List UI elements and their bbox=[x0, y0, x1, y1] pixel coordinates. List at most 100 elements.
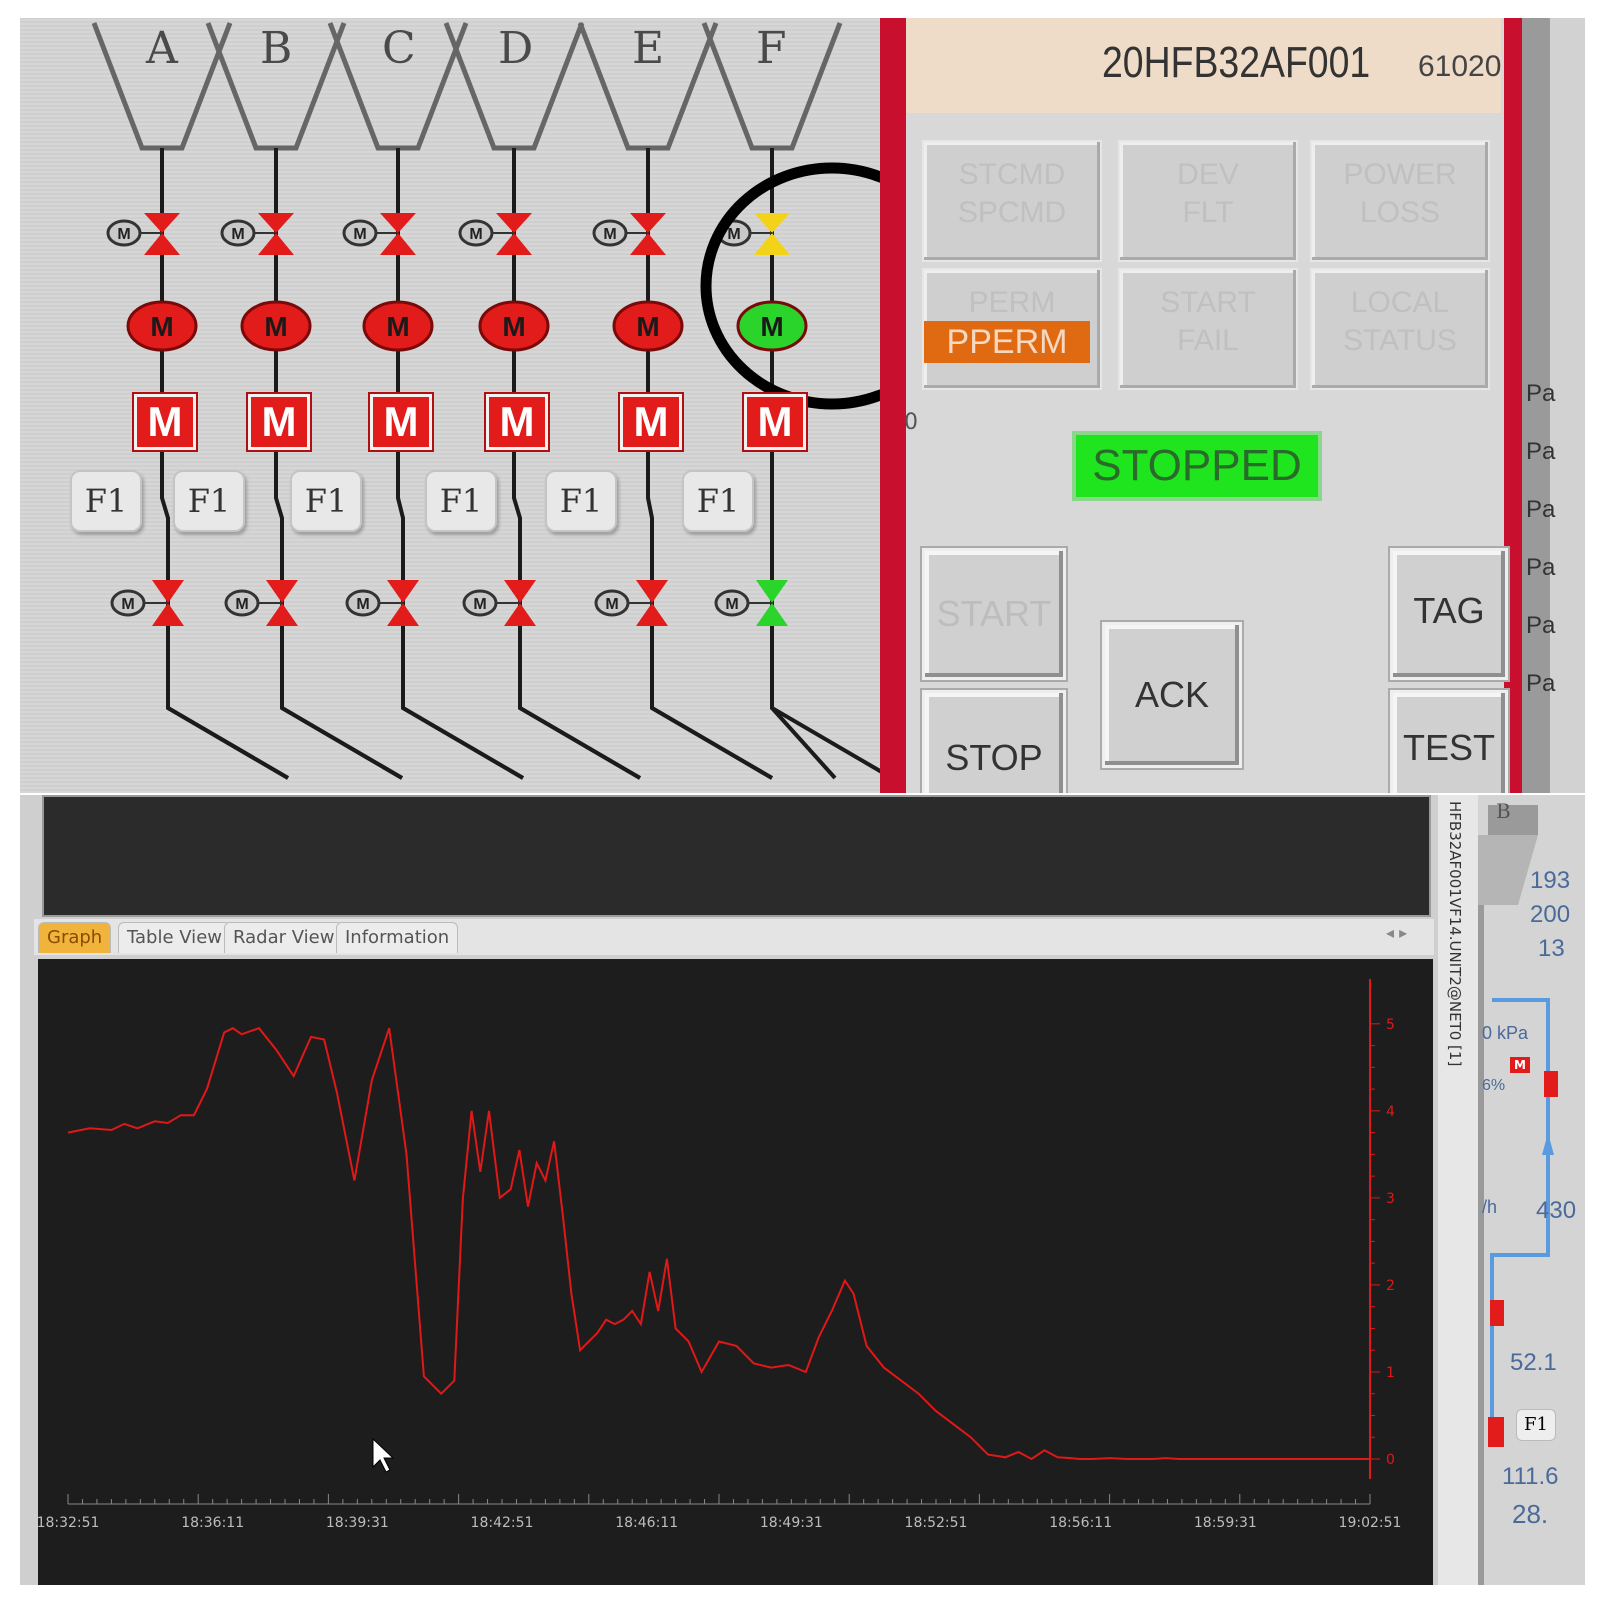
svg-text:M: M bbox=[235, 596, 248, 613]
tab-scroll-arrows-icon[interactable]: ◂ ▸ bbox=[1386, 923, 1407, 942]
side-value: 28. bbox=[1512, 1499, 1549, 1529]
valve-symbols: MMMMMMMMMMMM bbox=[106, 213, 790, 626]
x-tick-label: 18:42:51 bbox=[471, 1515, 534, 1531]
svg-text:M: M bbox=[473, 596, 486, 613]
trend-header-area bbox=[42, 795, 1431, 917]
trend-tab-bar: Graph Table View Radar View Information ◂ ▸ bbox=[34, 919, 1434, 955]
svg-text:M: M bbox=[231, 226, 244, 243]
faceplate-edge-strip: Pa Pa Pa Pa Pa Pa bbox=[1522, 18, 1555, 793]
svg-text:M: M bbox=[727, 226, 740, 243]
trend-chart: 18:32:51 18:36:11 18:39:31 18:42:51 18:46:11… bbox=[37, 959, 1433, 1585]
mouse-cursor-icon bbox=[372, 1437, 395, 1473]
auto-manual-mode-button[interactable]: M bbox=[368, 392, 434, 452]
feeder-f1-button[interactable]: F1 bbox=[682, 470, 754, 532]
lower-valve-actuator-icon: M bbox=[224, 589, 260, 617]
side-mimic-fragment: 193 200 13 0 kPa 6% /h 430 52.1 111.6 28. B M F1 bbox=[1478, 795, 1585, 1585]
x-tick-label: 19:02:51 bbox=[1339, 1515, 1402, 1531]
side-value: 200 bbox=[1530, 901, 1571, 928]
auto-manual-mode-button[interactable]: M bbox=[132, 392, 198, 452]
auto-manual-mode-button[interactable]: M bbox=[742, 392, 808, 452]
lower-valve-actuator-icon: M bbox=[345, 589, 381, 617]
x-tick-label: 18:32:51 bbox=[38, 1515, 99, 1531]
svg-text:M: M bbox=[760, 311, 783, 342]
svg-text:M: M bbox=[150, 311, 173, 342]
svg-text:M: M bbox=[502, 311, 525, 342]
side-feeder-button[interactable]: F1 bbox=[1516, 1409, 1556, 1441]
feeder-motor-icon: M bbox=[362, 300, 434, 352]
tag-button[interactable]: TAG bbox=[1390, 548, 1508, 680]
feeder-motor-icon: M bbox=[736, 300, 808, 352]
y-tick-label: 4 bbox=[1386, 1104, 1395, 1120]
side-value: 52.1 bbox=[1510, 1349, 1557, 1376]
feeder-f1-button[interactable]: F1 bbox=[425, 470, 497, 532]
svg-text:M: M bbox=[603, 226, 616, 243]
faceplate-panel: Pa Pa Pa Pa Pa Pa 20HFB32AF001 61020 STCMD SPC… bbox=[880, 18, 1555, 793]
status-cell-text: POWER bbox=[1343, 158, 1457, 191]
trend-series-line bbox=[67, 1027, 1370, 1461]
status-cell-text: DEV bbox=[1177, 158, 1239, 191]
x-tick-label: 18:56:11 bbox=[1049, 1515, 1112, 1531]
valve-actuator-icon: M bbox=[342, 219, 378, 247]
status-cell-local: LOCAL STATUS bbox=[1310, 268, 1490, 390]
ack-button[interactable]: ACK bbox=[1102, 622, 1242, 768]
coal-pipe bbox=[396, 148, 525, 780]
status-cell-text: START bbox=[1160, 286, 1256, 319]
edge-label: Pa bbox=[1526, 380, 1556, 407]
feeder-f1-button[interactable]: F1 bbox=[173, 470, 245, 532]
trend-window: Graph Table View Radar View Information ◂ ▸… bbox=[20, 795, 1585, 1585]
svg-text:M: M bbox=[725, 596, 738, 613]
status-cell-text: STATUS bbox=[1343, 324, 1457, 357]
tab-information[interactable]: Information bbox=[336, 922, 459, 953]
status-cell-text: LOCAL bbox=[1350, 286, 1450, 319]
svg-text:M: M bbox=[264, 311, 287, 342]
tab-graph[interactable]: Graph bbox=[38, 922, 112, 953]
x-tick-label: 18:49:31 bbox=[760, 1515, 823, 1531]
trend-pen-tag: HFB32AF001VF14.UNIT2@NET0 [1] bbox=[1438, 795, 1478, 1585]
stop-button[interactable]: STOP bbox=[922, 690, 1066, 793]
auto-manual-mode-button[interactable]: M bbox=[618, 392, 684, 452]
feeder-f1-button[interactable]: F1 bbox=[70, 470, 142, 532]
x-tick-label: 18:46:11 bbox=[615, 1515, 678, 1531]
lower-valve-actuator-icon: M bbox=[110, 589, 146, 617]
auto-manual-mode-button[interactable]: M bbox=[484, 392, 550, 452]
trend-chart-svg: 18:32:51 18:36:11 18:39:31 18:42:51 18:46:11… bbox=[37, 979, 1402, 1531]
pperm-indicator: PPERM bbox=[924, 321, 1090, 363]
status-cell-text: LOSS bbox=[1359, 196, 1441, 229]
y-tick-label: 0 bbox=[1386, 1452, 1395, 1468]
tab-table-view[interactable]: Table View bbox=[118, 922, 231, 953]
status-cell-stcmd: STCMD SPCMD bbox=[922, 140, 1102, 262]
feeder-motor-icon: M bbox=[126, 300, 198, 352]
feeder-f1-button[interactable]: F1 bbox=[290, 470, 362, 532]
tag-name: 20HFB32AF001 bbox=[1102, 38, 1371, 87]
tab-radar-view[interactable]: Radar View bbox=[224, 922, 344, 953]
status-cell-text: SPCMD bbox=[957, 196, 1067, 229]
hopper-label-a: A bbox=[146, 23, 178, 74]
y-tick-label: 1 bbox=[1386, 1365, 1395, 1381]
hopper-label-f: F bbox=[756, 23, 787, 74]
svg-text:M: M bbox=[117, 226, 130, 243]
auto-manual-mode-button[interactable]: M bbox=[246, 392, 312, 452]
svg-text:M: M bbox=[121, 596, 134, 613]
status-cell-text: FLT bbox=[1182, 196, 1234, 229]
valve-actuator-icon: M bbox=[106, 219, 142, 247]
zero-mark: 0 bbox=[904, 410, 918, 435]
pen-tag-text: HFB32AF001VF14.UNIT2@NET0 [1] bbox=[1446, 801, 1464, 1067]
status-cell-start: START FAIL bbox=[1118, 268, 1298, 390]
lower-valve-actuator-icon: M bbox=[594, 589, 630, 617]
svg-text:M: M bbox=[356, 596, 369, 613]
test-button[interactable]: TEST bbox=[1390, 690, 1508, 793]
edge-label: Pa bbox=[1526, 438, 1556, 465]
side-hopper-label: B bbox=[1496, 799, 1511, 823]
svg-text:M: M bbox=[605, 596, 618, 613]
svg-text:M: M bbox=[469, 226, 482, 243]
status-cell-text: FAIL bbox=[1177, 324, 1239, 357]
status-cell-dev: DEV FLT bbox=[1118, 140, 1298, 262]
edge-label: Pa bbox=[1526, 496, 1556, 523]
start-button[interactable]: START bbox=[922, 548, 1066, 680]
x-tick-label: 18:59:31 bbox=[1194, 1515, 1257, 1531]
x-tick-label: 18:36:11 bbox=[181, 1515, 244, 1531]
svg-text:M: M bbox=[636, 311, 659, 342]
side-value: 193 bbox=[1530, 867, 1571, 894]
feeder-f1-button[interactable]: F1 bbox=[545, 470, 617, 532]
feeder-motor-icon: M bbox=[478, 300, 550, 352]
